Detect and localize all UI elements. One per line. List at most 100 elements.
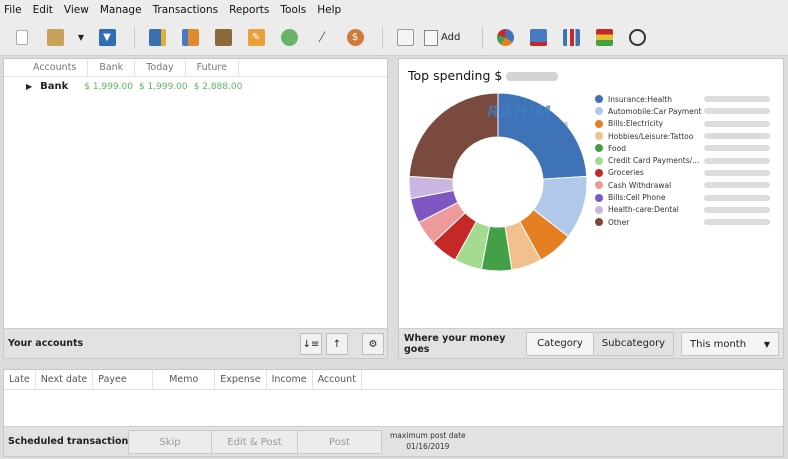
post-button[interactable]: Post bbox=[298, 430, 382, 454]
max-post-label: maximum post date bbox=[390, 431, 466, 440]
legend-entry: Food bbox=[595, 142, 770, 154]
col-late[interactable]: Late bbox=[4, 370, 36, 389]
menu-reports[interactable]: Reports bbox=[229, 4, 269, 16]
menu-tools[interactable]: Tools bbox=[280, 4, 306, 16]
col-bank[interactable]: Bank bbox=[88, 59, 136, 76]
legend-value-redacted bbox=[704, 133, 770, 140]
tab-category[interactable]: Category bbox=[526, 331, 594, 356]
legend-entry: Cash Withdrawal bbox=[595, 179, 770, 191]
budget-report-button[interactable] bbox=[590, 25, 618, 51]
col-next-date[interactable]: Next date bbox=[36, 370, 94, 389]
menu-file[interactable]: File bbox=[4, 4, 22, 16]
expand-all-button[interactable]: ↓≡ bbox=[300, 333, 322, 355]
accounts-header: Accounts Bank Today Future bbox=[4, 59, 387, 77]
legend-entry: Automobile:Car Payment bbox=[595, 105, 770, 117]
toolbar-separator bbox=[134, 26, 135, 49]
legend-entry: Other bbox=[595, 216, 770, 228]
account-name: Bank bbox=[40, 81, 69, 92]
schedules-icon: ✎ bbox=[247, 29, 265, 46]
accounts-icon bbox=[148, 29, 166, 46]
budget-button[interactable] bbox=[275, 25, 303, 51]
add-label: Add bbox=[441, 32, 461, 43]
menu-help[interactable]: Help bbox=[317, 4, 341, 16]
legend-entry: Bills:Cell Phone bbox=[595, 191, 770, 203]
legend-value-redacted bbox=[704, 145, 770, 152]
bar-chart-icon bbox=[562, 29, 580, 46]
account-row-bank[interactable]: ▶ Bank $ 1,999.00 $ 1,999.00 $ 2,888.00 bbox=[26, 81, 248, 92]
legend-label: Food bbox=[608, 143, 626, 153]
accounts-footer: Your accounts ↓≡ ↑ ⚙ bbox=[4, 328, 387, 358]
watermark-line1: RAHIM bbox=[487, 102, 552, 121]
spending-footer: Where your money goes Category Subcatego… bbox=[399, 328, 783, 358]
chart-title: Top spending $ bbox=[408, 68, 559, 83]
pie-chart-icon bbox=[496, 29, 514, 46]
collapse-all-button[interactable]: ↑ bbox=[326, 333, 348, 355]
currency-icon: $ bbox=[346, 29, 364, 46]
menu-edit[interactable]: Edit bbox=[33, 4, 53, 16]
menu-transactions[interactable]: Transactions bbox=[153, 4, 219, 16]
toolbar-separator bbox=[382, 26, 383, 49]
budget-icon bbox=[280, 29, 298, 46]
legend-entry: Insurance:Health bbox=[595, 93, 770, 105]
donut-slice-other[interactable] bbox=[408, 92, 499, 180]
legend-entry: Credit Card Payments/... bbox=[595, 154, 770, 166]
legend-label: Cash Withdrawal bbox=[608, 180, 672, 190]
period-select[interactable]: This month ▼ bbox=[681, 332, 779, 356]
accounts-button[interactable] bbox=[143, 25, 171, 51]
legend-entry: Groceries bbox=[595, 167, 770, 179]
spending-panel: Top spending $ Insurance:Health Automobil… bbox=[398, 58, 784, 359]
accounts-panel: Accounts Bank Today Future ▶ Bank $ 1,99… bbox=[3, 58, 388, 359]
account-bank-amount: $ 1,999.00 bbox=[84, 81, 133, 92]
col-today[interactable]: Today bbox=[135, 59, 186, 76]
vehicle-cost-icon bbox=[628, 29, 646, 46]
col-income[interactable]: Income bbox=[267, 370, 313, 389]
add-transaction-button[interactable]: Add bbox=[424, 29, 461, 46]
legend-swatch bbox=[595, 181, 603, 190]
col-account[interactable]: Account bbox=[313, 370, 362, 389]
col-expense[interactable]: Expense bbox=[215, 370, 267, 389]
legend-swatch bbox=[595, 95, 603, 104]
pie-chart-button[interactable] bbox=[491, 25, 519, 51]
watermark-logo: RAHIM SOFTWARES bbox=[487, 102, 570, 129]
open-file-button[interactable] bbox=[41, 25, 69, 51]
trend-chart-button[interactable] bbox=[524, 25, 552, 51]
col-memo[interactable]: Memo bbox=[153, 370, 216, 389]
categories-button[interactable] bbox=[209, 25, 237, 51]
scheduled-footer: Scheduled transactions Skip Edit & Post … bbox=[4, 426, 783, 456]
toolbar-separator bbox=[482, 26, 484, 49]
menu-manage[interactable]: Manage bbox=[100, 4, 142, 16]
scheduled-panel: Late Next date Payee Memo Expense Income… bbox=[3, 369, 784, 457]
collapse-icon: ↑ bbox=[332, 338, 342, 350]
legend-label: Groceries bbox=[608, 168, 644, 178]
expand-icon: ↓≡ bbox=[302, 338, 320, 350]
payees-button[interactable] bbox=[176, 25, 204, 51]
vehicle-cost-button[interactable] bbox=[623, 25, 651, 51]
edit-post-button[interactable]: Edit & Post bbox=[212, 430, 298, 454]
legend-label: Bills:Cell Phone bbox=[608, 193, 666, 203]
col-accounts[interactable]: Accounts bbox=[22, 59, 89, 76]
legend-value-redacted bbox=[704, 194, 770, 201]
skip-button[interactable]: Skip bbox=[128, 430, 212, 454]
account-today-amount: $ 1,999.00 bbox=[138, 81, 188, 92]
legend-entry: Bills:Electricity bbox=[595, 118, 770, 130]
legend-entry: Hobbies/Leisure:Tattoo bbox=[595, 130, 770, 142]
tab-subcategory[interactable]: Subcategory bbox=[594, 331, 674, 356]
save-button[interactable]: ▼ bbox=[93, 25, 121, 51]
wizard-icon: ⁄ bbox=[320, 29, 324, 46]
bar-chart-button[interactable] bbox=[557, 25, 585, 51]
max-post-date: maximum post date 01/16/2019 bbox=[390, 430, 466, 452]
schedules-button[interactable]: ✎ bbox=[242, 25, 270, 51]
new-file-button[interactable] bbox=[8, 25, 36, 51]
col-future[interactable]: Future bbox=[186, 59, 239, 76]
accounts-footer-title: Your accounts bbox=[8, 338, 84, 349]
book-button[interactable] bbox=[391, 25, 419, 51]
open-recent-button[interactable]: ▼ bbox=[74, 25, 88, 51]
wizard-button[interactable]: ⁄ bbox=[308, 25, 336, 51]
legend-label: Automobile:Car Payment bbox=[608, 106, 702, 116]
expand-arrow-icon[interactable]: ▶ bbox=[26, 82, 32, 91]
accounts-settings-button[interactable]: ⚙ bbox=[362, 333, 384, 355]
trend-chart-icon bbox=[529, 29, 547, 46]
currency-button[interactable]: $ bbox=[341, 25, 369, 51]
col-payee[interactable]: Payee bbox=[93, 370, 154, 389]
menu-view[interactable]: View bbox=[64, 4, 89, 16]
